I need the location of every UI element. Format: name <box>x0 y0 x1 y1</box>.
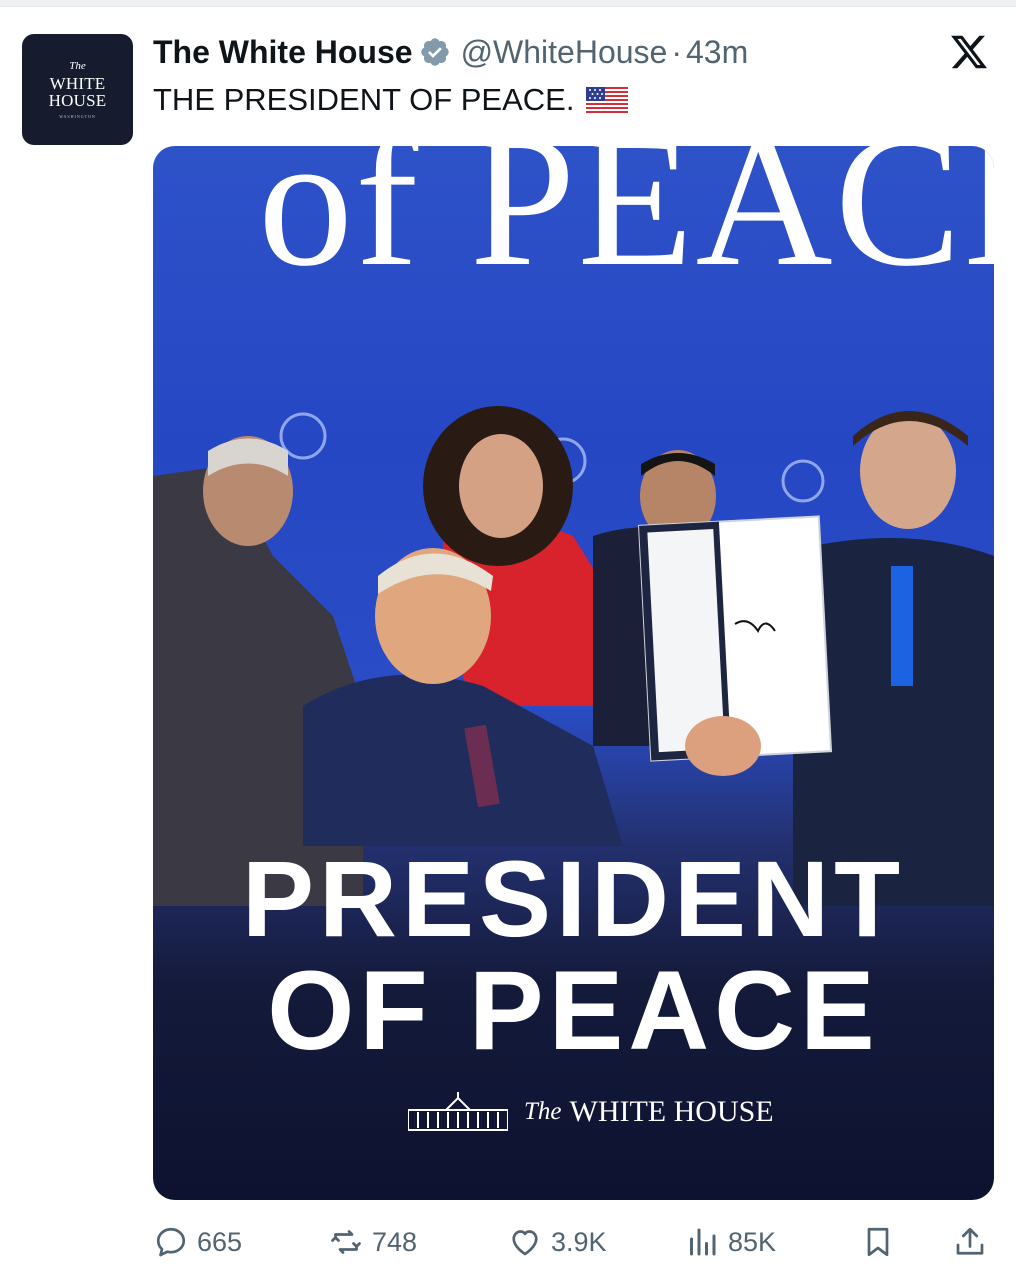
bookmark-button[interactable] <box>860 1220 896 1264</box>
heart-icon <box>512 1230 538 1256</box>
tweet-action-bar: 665 748 3.9K 85K <box>0 1220 1016 1264</box>
headline-line-1: PRESIDENT <box>241 838 906 959</box>
white-house-watermark: The WHITE HOUSE <box>408 1092 774 1132</box>
reply-count: 665 <box>197 1226 243 1257</box>
like-count: 3.9K <box>551 1226 607 1257</box>
reply-button[interactable]: 665 <box>153 1220 242 1264</box>
views-icon <box>690 1228 716 1256</box>
separator-dot: · <box>671 33 682 70</box>
reply-icon <box>156 1227 186 1257</box>
share-button[interactable] <box>952 1220 988 1264</box>
headline-line-2: OF PEACE <box>267 948 880 1073</box>
avatar-text-house: HOUSE <box>48 90 107 110</box>
share-icon <box>956 1227 984 1255</box>
watermark-name: WHITE HOUSE <box>569 1095 774 1128</box>
tweet-timestamp[interactable]: 43m <box>686 34 748 71</box>
avatar-text-small: WASHINGTON <box>59 113 96 119</box>
like-button[interactable]: 3.9K <box>507 1220 607 1264</box>
bookmark-icon <box>867 1227 889 1257</box>
tweet-text-content: THE PRESIDENT OF PEACE. <box>153 82 575 117</box>
us-flag-icon <box>586 87 629 113</box>
repost-button[interactable]: 748 <box>328 1220 417 1264</box>
tweet-text: THE PRESIDENT OF PEACE. <box>153 82 629 118</box>
repost-count: 748 <box>372 1226 418 1257</box>
repost-icon <box>331 1230 361 1254</box>
tweet-header: The White House @WhiteHouse · 43m <box>153 30 748 74</box>
avatar-text-the: The <box>69 59 86 72</box>
x-logo-icon[interactable] <box>948 32 990 72</box>
avatar-text-white: WHITE <box>49 73 106 93</box>
watermark-the: The <box>524 1098 562 1125</box>
author-display-name[interactable]: The White House <box>153 34 413 71</box>
white-house-building-icon <box>408 1092 508 1131</box>
figure-woman-face <box>459 434 543 538</box>
tweet-media-image[interactable]: of PEACE PRESI <box>153 146 994 1200</box>
views-button[interactable]: 85K <box>684 1220 776 1264</box>
author-handle[interactable]: @WhiteHouse <box>461 34 668 71</box>
avatar[interactable]: The WHITE HOUSE WASHINGTON <box>22 34 133 145</box>
top-divider <box>0 0 1016 7</box>
views-count: 85K <box>728 1226 777 1257</box>
verified-badge-icon <box>420 38 449 66</box>
backdrop-seal <box>781 459 825 503</box>
